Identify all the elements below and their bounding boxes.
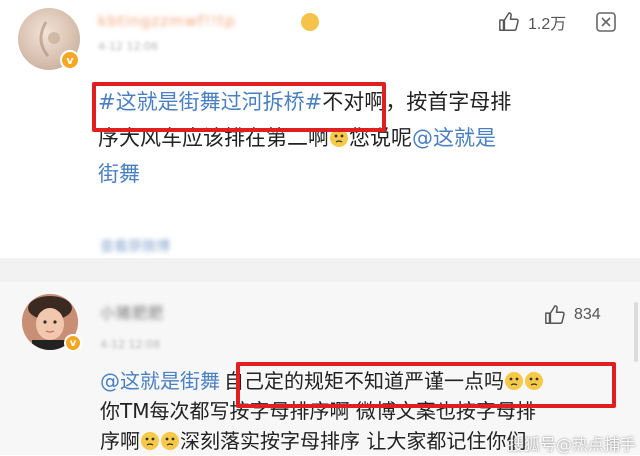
comment-card-1: v kbtingzzmwf!!tp 4-12 12:06 1.2万 #这就是街舞… <box>0 0 640 258</box>
more-options-icon[interactable] <box>596 12 616 32</box>
thinking-emoji-icon <box>505 372 523 390</box>
like-count: 834 <box>574 306 601 323</box>
like-count: 1.2万 <box>528 16 567 33</box>
thumbs-up-icon <box>545 305 565 324</box>
comment-timestamp: 4-12 12:06 <box>98 40 159 53</box>
username[interactable]: 小猪肥肥 <box>100 302 164 323</box>
thinking-emoji-icon <box>141 432 159 450</box>
comment-line-1: @这就是街舞 自己定的规矩不知道严谨一点吗 <box>100 366 640 396</box>
thinking-emoji-icon <box>525 372 543 390</box>
comment-line-2: 你TM每次都写按字母排序啊 微博文案也按字母排 <box>100 396 640 426</box>
mention-link[interactable]: @这就是街舞 <box>100 369 220 393</box>
crown-emoji-icon <box>301 13 319 31</box>
thinking-emoji-icon <box>330 129 348 147</box>
comment-card-2: v 小猪肥肥 4-12 12:08 834 @这就是街舞 自己定的规矩不知道严谨一… <box>0 282 640 455</box>
comment-line-1: #这就是街舞过河拆桥#不对啊，按首字母排 <box>98 84 618 120</box>
comment-text: 不对啊，按首字母排 <box>322 90 512 114</box>
comment-text: 深刻落实按字母排序 让大家都记住你们 <box>180 429 527 453</box>
like-button[interactable]: 834 <box>544 304 601 326</box>
thumbs-up-icon <box>499 12 519 31</box>
comment-text: 你TM每次都写按字母排序啊 微博文案也按字母排 <box>100 399 536 423</box>
hashtag-link[interactable]: #这就是街舞过河拆桥# <box>98 90 322 114</box>
verified-badge-icon: v <box>60 50 80 70</box>
comment-timestamp: 4-12 12:08 <box>100 338 161 351</box>
thinking-emoji-icon <box>161 432 179 450</box>
mention-link[interactable]: @这就是 <box>412 126 496 150</box>
verified-badge-icon: v <box>64 334 82 352</box>
section-divider <box>0 258 640 282</box>
comment-text: 序啊 <box>100 429 140 453</box>
comment-body: #这就是街舞过河拆桥#不对啊，按首字母排 序大风车应该排在第二啊 您说呢@这就是 … <box>98 84 618 192</box>
scrollbar[interactable] <box>634 302 638 362</box>
comment-text: 序大风车应该排在第二啊 <box>98 126 329 150</box>
comment-text: 您说呢 <box>349 126 412 150</box>
view-more-link[interactable]: 查看原微博 <box>100 236 170 256</box>
watermark: 搜狐号@热点捕手 <box>507 435 636 454</box>
comment-line-2: 序大风车应该排在第二啊 您说呢@这就是 <box>98 120 618 156</box>
comment-text: 自己定的规矩不知道严谨一点吗 <box>224 369 504 393</box>
like-button[interactable]: 1.2万 <box>498 10 566 34</box>
comment-line-3: 街舞 <box>98 156 618 192</box>
mention-link[interactable]: 街舞 <box>98 162 140 186</box>
username[interactable]: kbtingzzmwf!!tp <box>98 12 236 30</box>
